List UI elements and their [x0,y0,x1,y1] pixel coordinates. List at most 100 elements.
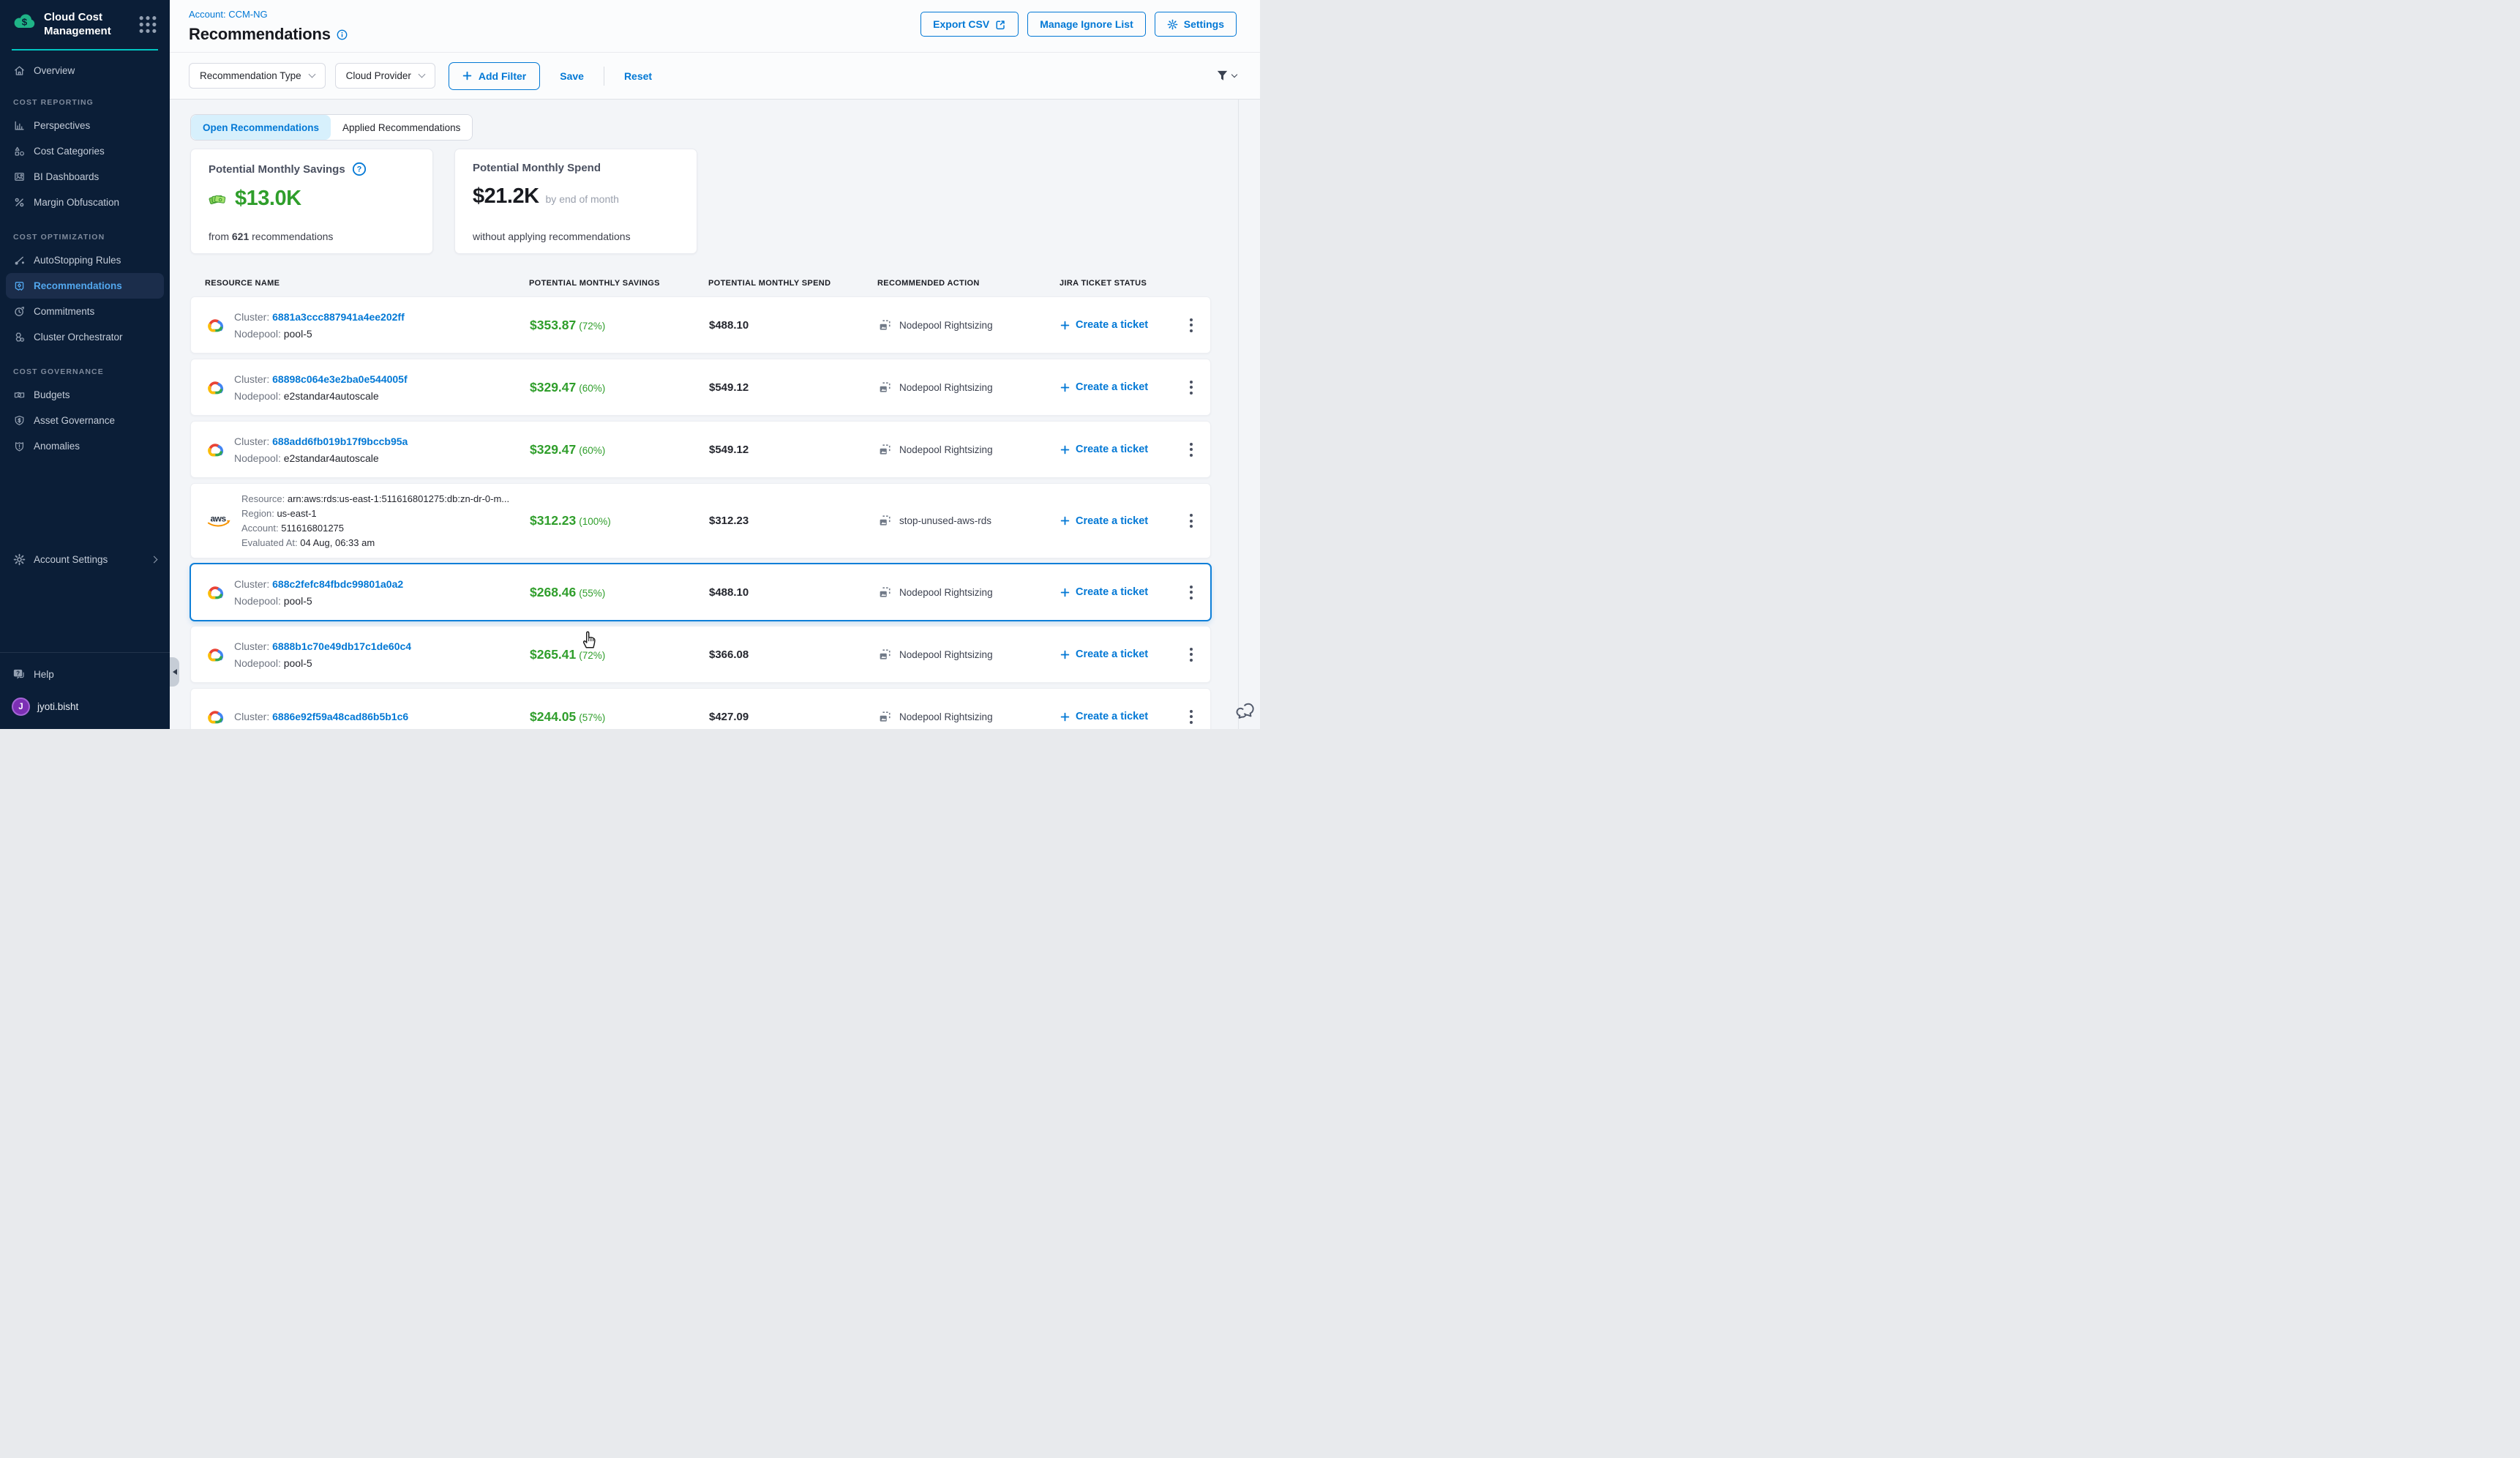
spend-value: $549.12 [709,444,878,456]
savings-value: $329.47(60%) [530,380,709,395]
sidebar-item-recommendations[interactable]: Recommendations [6,273,164,299]
create-ticket-button[interactable]: Create a ticket [1060,648,1185,660]
row-menu-kebab-icon[interactable] [1185,706,1197,728]
sidebar-item-account-settings[interactable]: Account Settings [6,547,164,572]
create-ticket-button[interactable]: Create a ticket [1060,711,1185,722]
cash-icon [209,191,228,206]
sidebar-item-perspectives[interactable]: Perspectives [6,113,164,138]
home-icon [13,64,26,77]
info-icon[interactable] [337,29,348,40]
resource-link[interactable]: 6888b1c70e49db17c1de60c4 [272,640,411,652]
recommendations-tabs: Open Recommendations Applied Recommendat… [190,114,473,141]
sidebar-item-cost-categories[interactable]: Cost Categories [6,138,164,164]
sidebar-item-budgets[interactable]: Budgets [6,382,164,408]
support-chat-icon[interactable] [1236,701,1256,722]
sidebar-item-bi-dashboards[interactable]: BI Dashboards [6,164,164,190]
spend-value: $488.10 [709,319,878,332]
table-row[interactable]: Cluster: 6886e92f59a48cad86b5b1c6 $244.0… [190,688,1211,729]
sidebar-item-asset-governance[interactable]: Asset Governance [6,408,164,433]
question-circle-icon[interactable] [352,162,367,176]
potential-monthly-spend-card: Potential Monthly Spend $21.2K by end of… [454,149,697,254]
filter-panel-toggle[interactable] [1215,69,1237,83]
plus-icon [1060,321,1070,330]
autostopping-icon [13,254,26,266]
tab-applied-recommendations[interactable]: Applied Recommendations [331,115,472,140]
sidebar-item-anomalies[interactable]: Anomalies [6,433,164,459]
cloud-provider-dropdown[interactable]: Cloud Provider [335,63,435,89]
create-ticket-button[interactable]: Create a ticket [1060,515,1185,527]
resource-link[interactable]: 6881a3ccc887941a4ee202ff [272,311,405,323]
recommendation-type-dropdown[interactable]: Recommendation Type [189,63,326,89]
rightsizing-icon [878,648,892,662]
plus-icon [462,71,472,81]
row-menu-kebab-icon[interactable] [1185,314,1197,337]
plus-icon [1060,712,1070,722]
create-ticket-button[interactable]: Create a ticket [1060,319,1185,331]
row-menu-kebab-icon[interactable] [1185,438,1197,461]
help-chat-icon [12,668,26,681]
main-content: Account: CCM-NG Recommendations Export C… [170,0,1260,729]
column-resource-name: RESOURCE NAME [205,279,529,288]
breadcrumb-account[interactable]: Account: CCM-NG [189,9,268,20]
user-name: jyoti.bisht [37,701,78,712]
table-row[interactable]: Cluster: 6888b1c70e49db17c1de60c4 Nodepo… [190,626,1211,683]
gear-icon [1167,19,1178,30]
manage-ignore-list-button[interactable]: Manage Ignore List [1027,12,1146,37]
settings-button[interactable]: Settings [1155,12,1237,37]
tab-open-recommendations[interactable]: Open Recommendations [191,115,331,140]
plus-icon [1060,516,1070,526]
create-ticket-button[interactable]: Create a ticket [1060,586,1185,598]
resource-link[interactable]: 688c2fefc84fbdc99801a0a2 [272,578,403,590]
savings-value: $312.23(100%) [530,513,709,528]
rightsizing-icon [878,381,892,395]
sidebar-collapse-handle[interactable] [170,657,179,687]
add-filter-button[interactable]: Add Filter [449,62,540,90]
reset-filter-button[interactable]: Reset [624,70,652,82]
savings-value: $353.87(72%) [530,318,709,333]
create-ticket-button[interactable]: Create a ticket [1060,444,1185,455]
section-cost-reporting: COST REPORTING [13,98,164,107]
spend-value: $549.12 [709,381,878,394]
rightsizing-icon [878,710,892,724]
savings-value: $268.46(55%) [530,585,709,600]
recommended-action: Nodepool Rightsizing [878,381,1060,395]
avatar: J [12,698,30,716]
savings-subtext: from 621 recommendations [209,231,415,242]
clock-refresh-icon [13,305,26,318]
recommended-action: stop-unused-aws-rds [878,514,1060,528]
row-menu-kebab-icon[interactable] [1185,376,1197,399]
rightsizing-icon [878,318,892,332]
table-row[interactable]: Cluster: 68898c064e3e2ba0e544005f Nodepo… [190,359,1211,416]
sidebar-item-autostopping-rules[interactable]: AutoStopping Rules [6,247,164,273]
help-button[interactable]: Help [12,668,158,681]
export-csv-button[interactable]: Export CSV [920,12,1019,37]
table-row-selected[interactable]: Cluster: 688c2fefc84fbdc99801a0a2 Nodepo… [190,564,1211,621]
table-row[interactable]: Resource: arn:aws:rds:us-east-1:51161680… [190,483,1211,558]
recommended-action: Nodepool Rightsizing [878,648,1060,662]
resource-link[interactable]: 68898c064e3e2ba0e544005f [272,373,408,385]
table-row[interactable]: Cluster: 688add6fb019b17f9bccb95a Nodepo… [190,421,1211,478]
create-ticket-button[interactable]: Create a ticket [1060,381,1185,393]
app-switcher-icon[interactable] [135,14,160,35]
app-logo: Cloud Cost Management [0,0,170,46]
spend-value: $488.10 [709,586,878,599]
sidebar-item-commitments[interactable]: Commitments [6,299,164,324]
save-filter-button[interactable]: Save [560,70,584,82]
content-area: Open Recommendations Applied Recommendat… [170,100,1260,729]
user-menu[interactable]: J jyoti.bisht [12,698,158,716]
sidebar-item-cluster-orchestrator[interactable]: Cluster Orchestrator [6,324,164,350]
aws-icon [206,512,232,529]
resource-link[interactable]: 688add6fb019b17f9bccb95a [272,435,408,447]
plus-icon [1060,445,1070,455]
section-cost-governance: COST GOVERNANCE [13,367,164,376]
sidebar-item-overview[interactable]: Overview [6,58,164,83]
rightsizing-icon [878,586,892,599]
row-menu-kebab-icon[interactable] [1185,643,1197,666]
resource-link[interactable]: 6886e92f59a48cad86b5b1c6 [272,711,408,722]
potential-monthly-savings-card: Potential Monthly Savings $13.0K from 62… [190,149,433,254]
recommendation-count: 621 [232,231,249,242]
row-menu-kebab-icon[interactable] [1185,581,1197,604]
row-menu-kebab-icon[interactable] [1185,509,1197,532]
table-row[interactable]: Cluster: 6881a3ccc887941a4ee202ff Nodepo… [190,296,1211,354]
sidebar-item-margin-obfuscation[interactable]: Margin Obfuscation [6,190,164,215]
